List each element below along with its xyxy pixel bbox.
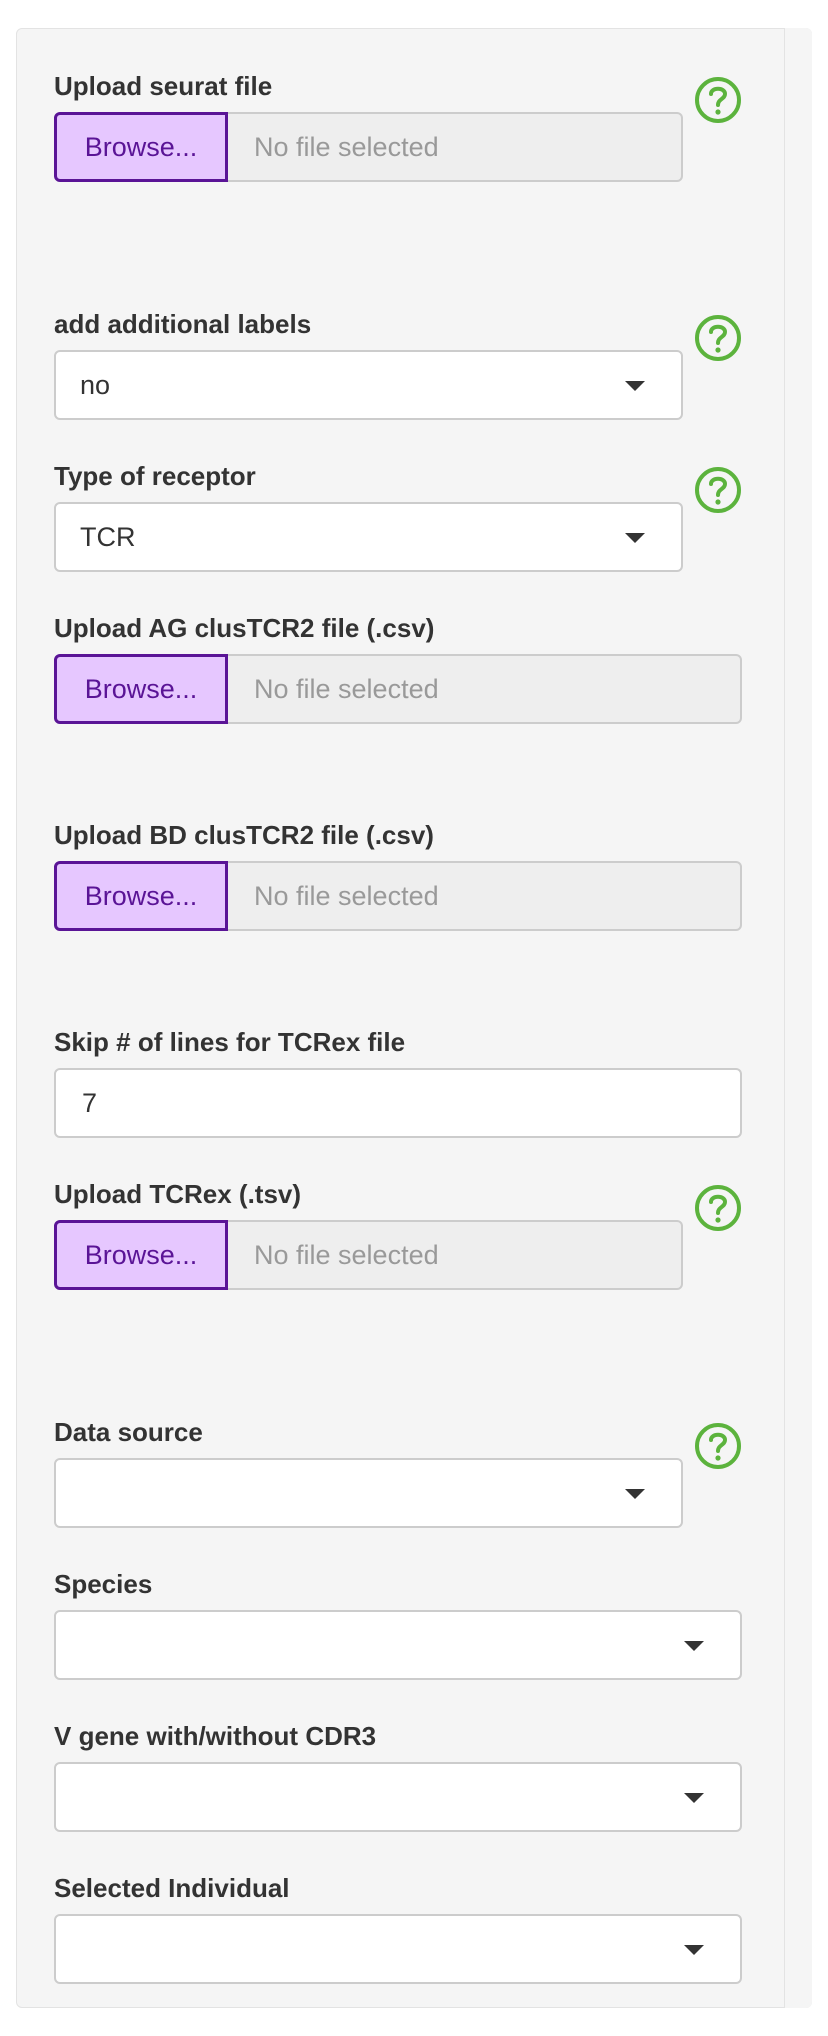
seurat-upload-field: Upload seurat file Browse... No file sel… — [54, 70, 683, 182]
receptor-type-label: Type of receptor — [54, 461, 256, 491]
bd-clustcr-file-status: No file selected — [228, 861, 742, 931]
seurat-file-status: No file selected — [228, 112, 683, 182]
bd-clustcr-upload-label: Upload BD clusTCR2 file (.csv) — [54, 820, 434, 850]
data-source-select[interactable] — [54, 1458, 683, 1528]
tcrex-file-status: No file selected — [228, 1220, 683, 1290]
caret-down-icon — [625, 1489, 645, 1499]
ag-clustcr-browse-button[interactable]: Browse... — [54, 654, 228, 724]
caret-down-icon — [625, 381, 645, 391]
selected-individual-select[interactable] — [54, 1914, 742, 1984]
additional-labels-value: no — [80, 369, 111, 400]
receptor-type-select[interactable]: TCR — [54, 502, 683, 572]
data-source-label: Data source — [54, 1417, 203, 1447]
ag-clustcr-upload-label: Upload AG clusTCR2 file (.csv) — [54, 613, 435, 643]
species-field: Species — [54, 1568, 742, 1680]
v-gene-field: V gene with/without CDR3 — [54, 1720, 742, 1832]
species-select[interactable] — [54, 1610, 742, 1680]
seurat-browse-button[interactable]: Browse... — [54, 112, 228, 182]
skip-lines-label: Skip # of lines for TCRex file — [54, 1027, 406, 1057]
question-circle-icon[interactable] — [694, 466, 742, 514]
question-circle-icon[interactable] — [694, 314, 742, 362]
additional-labels-label: add additional labels — [54, 309, 312, 339]
species-label: Species — [54, 1569, 153, 1599]
seurat-upload-label: Upload seurat file — [54, 71, 273, 101]
bd-clustcr-browse-button[interactable]: Browse... — [54, 861, 228, 931]
receptor-type-field: Type of receptor TCR — [54, 460, 683, 572]
tcrex-browse-button[interactable]: Browse... — [54, 1220, 228, 1290]
data-source-field: Data source — [54, 1416, 683, 1528]
question-circle-icon[interactable] — [694, 76, 742, 124]
caret-down-icon — [684, 1945, 704, 1955]
selected-individual-label: Selected Individual — [54, 1873, 290, 1903]
tcrex-upload-label: Upload TCRex (.tsv) — [54, 1179, 302, 1209]
ag-clustcr-file-status: No file selected — [228, 654, 742, 724]
additional-labels-field: add additional labels no — [54, 308, 683, 420]
selected-individual-field: Selected Individual — [54, 1872, 742, 1984]
skip-lines-field: Skip # of lines for TCRex file 7 — [54, 1026, 742, 1138]
panel-scroll-rail — [784, 28, 812, 2008]
v-gene-label: V gene with/without CDR3 — [54, 1721, 377, 1751]
ag-clustcr-upload-field: Upload AG clusTCR2 file (.csv) Browse...… — [54, 612, 742, 724]
question-circle-icon[interactable] — [694, 1184, 742, 1232]
caret-down-icon — [684, 1793, 704, 1803]
v-gene-select[interactable] — [54, 1762, 742, 1832]
receptor-type-value: TCR — [80, 521, 136, 552]
caret-down-icon — [625, 533, 645, 543]
tcrex-upload-field: Upload TCRex (.tsv) Browse... No file se… — [54, 1178, 683, 1290]
additional-labels-select[interactable]: no — [54, 350, 683, 420]
caret-down-icon — [684, 1641, 704, 1651]
skip-lines-input[interactable]: 7 — [54, 1068, 742, 1138]
bd-clustcr-upload-field: Upload BD clusTCR2 file (.csv) Browse...… — [54, 819, 742, 931]
question-circle-icon[interactable] — [694, 1422, 742, 1470]
